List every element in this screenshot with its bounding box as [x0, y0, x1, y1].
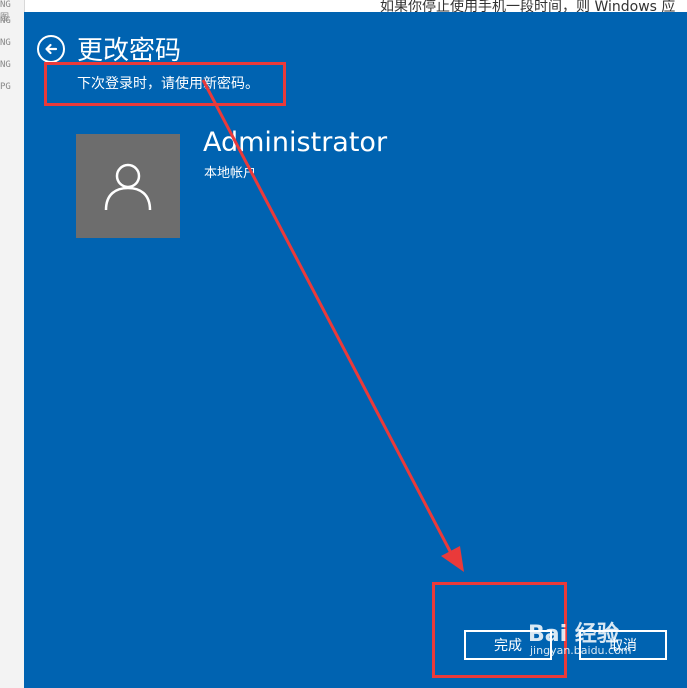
annotation-arrow	[201, 79, 464, 572]
